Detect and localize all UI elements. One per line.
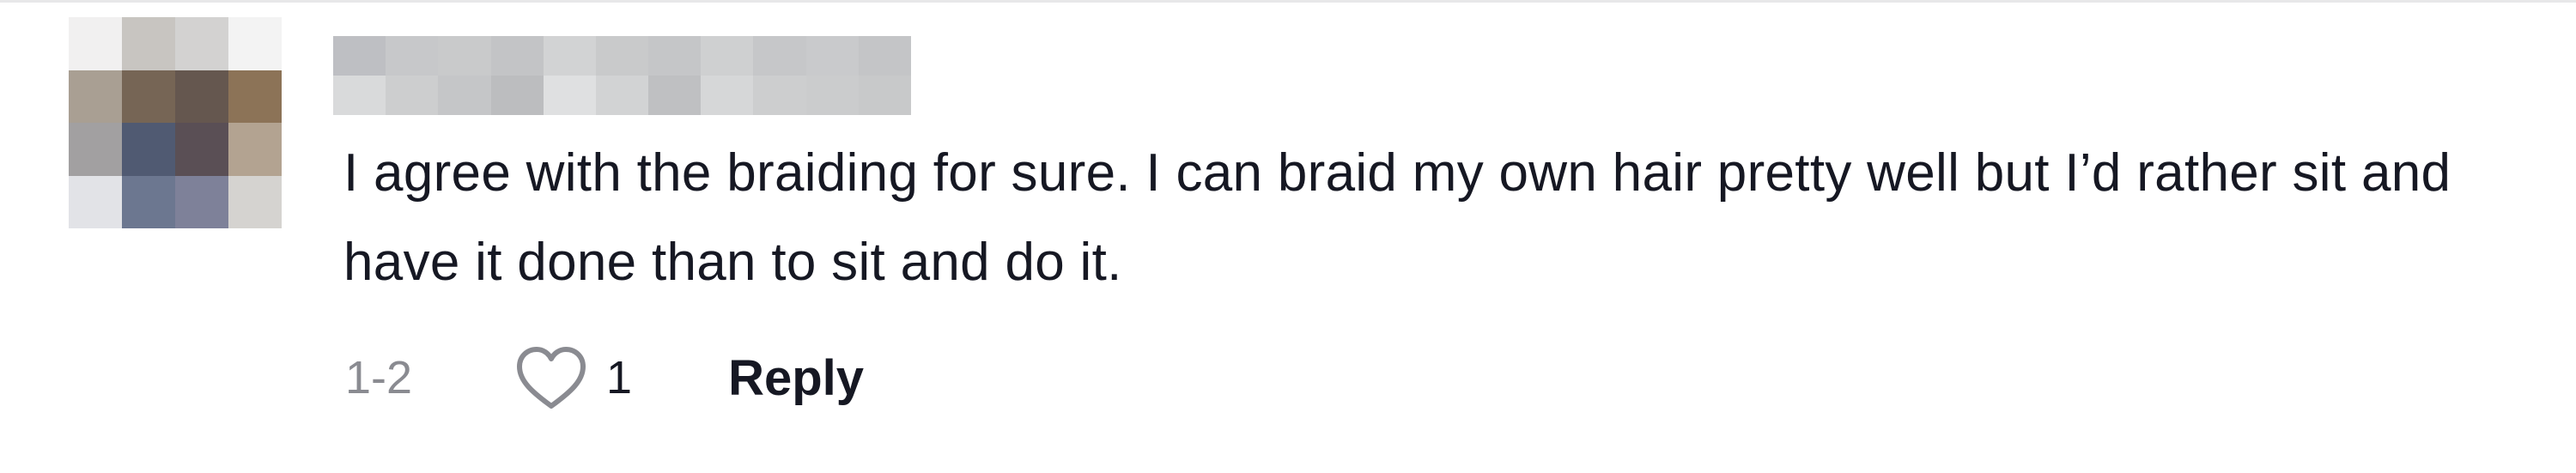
avatar-pixel <box>228 70 282 123</box>
like-button[interactable]: 1 <box>515 345 632 410</box>
username-redacted[interactable] <box>333 36 911 115</box>
username-pixel <box>543 36 596 76</box>
username-pixel <box>648 36 702 76</box>
avatar-pixel <box>122 70 175 123</box>
username-pixel <box>753 76 806 115</box>
avatar-pixel <box>175 70 228 123</box>
reply-button[interactable]: Reply <box>728 349 864 407</box>
avatar-pixel <box>228 123 282 176</box>
username-pixel <box>595 76 649 115</box>
like-count: 1 <box>606 352 633 403</box>
username-pixel <box>333 36 386 76</box>
username-pixel <box>333 76 386 115</box>
avatar-pixel <box>122 123 175 176</box>
username-pixel <box>543 76 596 115</box>
comment-item: I agree with the braiding for sure. I ca… <box>0 0 2576 473</box>
username-pixel <box>438 76 491 115</box>
avatar-pixel <box>228 17 282 70</box>
username-pixel <box>648 76 702 115</box>
username-pixel <box>595 36 649 76</box>
comment-timestamp: 1-2 <box>345 352 413 403</box>
heart-outline-icon[interactable] <box>515 345 587 410</box>
avatar[interactable] <box>69 17 282 228</box>
comment-text: I agree with the braiding for sure. I ca… <box>343 143 2451 292</box>
username-pixel <box>386 36 439 76</box>
username-pixel <box>805 36 859 76</box>
avatar-pixel <box>69 123 122 176</box>
username-pixel <box>858 36 911 76</box>
avatar-pixel <box>175 17 228 70</box>
username-pixel <box>438 36 491 76</box>
avatar-pixel <box>122 17 175 70</box>
comment-meta-row: 1-2 1 Reply <box>345 343 864 412</box>
avatar-pixel <box>228 175 282 228</box>
avatar-pixel <box>69 17 122 70</box>
username-pixel <box>805 76 859 115</box>
avatar-pixel <box>69 70 122 123</box>
username-pixel <box>490 36 544 76</box>
username-pixel <box>858 76 911 115</box>
username-pixel <box>753 36 806 76</box>
avatar-pixel <box>122 175 175 228</box>
comment-page: I agree with the braiding for sure. I ca… <box>0 0 2576 473</box>
avatar-pixel <box>175 175 228 228</box>
username-pixel <box>701 36 754 76</box>
avatar-pixel <box>69 175 122 228</box>
username-pixel <box>386 76 439 115</box>
avatar-pixel <box>175 123 228 176</box>
username-pixel <box>490 76 544 115</box>
username-pixel <box>701 76 754 115</box>
